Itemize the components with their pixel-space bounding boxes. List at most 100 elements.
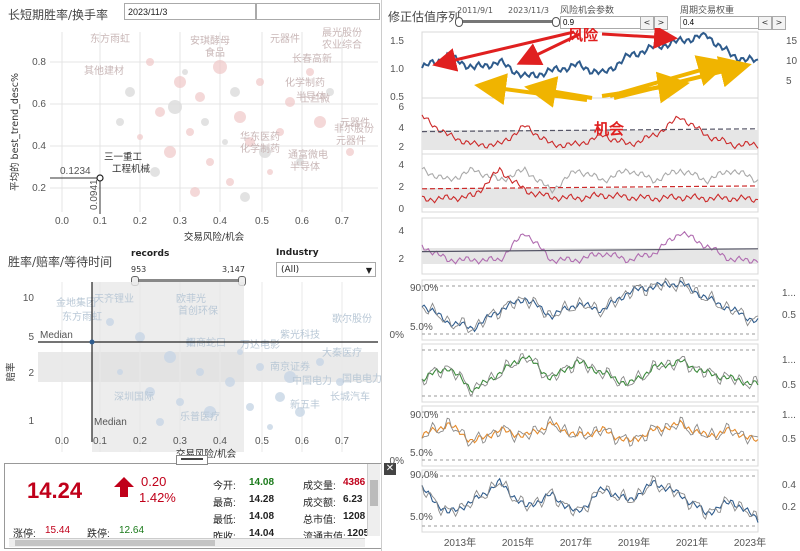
scatter1-bg-label: 化学制药	[285, 76, 325, 89]
scatter2-chart: 金地集团 东方雨虹 天齐锂业 欧菲光 首创环保 招商蛇口 大秦医疗 歌尔股份 中…	[5, 282, 382, 460]
p1-rtick: 10	[786, 56, 798, 67]
prev-value: 14.04	[249, 528, 275, 538]
scatter2-xtick: 0.2	[133, 436, 147, 447]
high-value: 14.28	[249, 494, 275, 505]
scatter1-xtick: 0.6	[295, 216, 309, 227]
scatter2-bg-label: 歌尔股份	[332, 312, 372, 325]
series-line	[421, 280, 759, 333]
risk-param-label: 风险机会参数	[560, 6, 615, 16]
date-range-start: 2011/9/1	[457, 6, 493, 15]
p5-pct-90: 90.0%	[410, 283, 438, 294]
date-range-slider[interactable]	[458, 20, 556, 23]
scatter1-chart: 东方雨虹 其他建材 安琪酵母 食品 元器件 晨光股份 农业综合 长春高新 化学制…	[9, 26, 378, 243]
scatter1-xtick: 0.0	[55, 216, 69, 227]
crosshair-x-value: 0.0941	[89, 179, 100, 210]
point-label-name: 三一重工	[104, 151, 143, 163]
scatter2-xtick: 0.5	[255, 436, 269, 447]
last-price: 14.24	[27, 478, 83, 503]
scatter1-bg-label: 半导体	[290, 160, 320, 173]
scatter1-bg-label: 晨光股份	[322, 26, 362, 39]
scatter2-bg-label: 欧菲光	[176, 292, 206, 305]
scatter1-xtick: 0.7	[335, 216, 349, 227]
date-range-handle-left[interactable]	[455, 17, 463, 27]
scatter1-bg-label: 长春高新	[292, 52, 332, 65]
p3-ytick: 2	[398, 182, 404, 193]
scatter1-bg-label: 食品	[205, 46, 225, 59]
scatter2-bg-label: 东方雨虹	[62, 310, 102, 323]
series-line	[421, 353, 759, 397]
market-cap-label: 总市值:	[303, 515, 336, 526]
blank-input[interactable]	[256, 3, 380, 20]
p7-ytick: 0%	[390, 456, 405, 467]
scatter2-ytick: 2	[28, 368, 34, 379]
scatter1-bg-label: 非尔股份	[334, 122, 374, 135]
industry-label: Industry	[276, 248, 319, 258]
price-change: 0.20	[141, 474, 167, 489]
scatter2-xtick: 0.4	[213, 436, 227, 447]
risk-annotation: 风险	[568, 28, 599, 44]
records-label: records	[131, 249, 170, 259]
scatter1-bg-label: 元器件	[270, 33, 300, 45]
series-line	[421, 477, 759, 523]
scatter1-bg-label: 安琪酵母	[190, 34, 230, 47]
records-max: 3,147	[222, 265, 245, 274]
p3-ytick: 4	[398, 160, 404, 171]
hscrollbar-thumb[interactable]	[15, 540, 215, 546]
p4-ytick: 4	[398, 226, 404, 237]
x-axis-year: 2023年	[734, 536, 766, 549]
p8-rtick: 0.4	[782, 480, 796, 491]
price-change-pct: 1.42%	[139, 490, 176, 505]
scatter1-bg-label: 化学制药	[240, 142, 280, 155]
records-min: 953	[131, 265, 147, 274]
scatter1-bg-label: 通富微电	[288, 148, 328, 161]
scatter2-ytick: 10	[23, 293, 35, 304]
p5-rtick: 1...	[782, 288, 796, 299]
date-input[interactable]	[124, 3, 256, 20]
scatter2-ytick: 5	[28, 332, 34, 343]
x-axis-year: 2019年	[618, 536, 650, 549]
date-range-end: 2023/11/3	[508, 6, 550, 15]
open-value: 14.08	[249, 477, 275, 488]
p2-ytick: 2	[398, 142, 404, 153]
scatter1-xtick: 0.2	[133, 216, 147, 227]
median-x-label: Median	[94, 417, 127, 428]
opportunity-annotation: 机会	[594, 120, 624, 138]
p2-ytick: 6	[398, 102, 404, 113]
p6-rtick: 1...	[782, 355, 796, 366]
scatter2-bg-label: 金地集团	[56, 296, 96, 309]
quote-hscrollbar[interactable]	[9, 538, 365, 547]
float-cap-label: 流通市值:	[303, 532, 346, 538]
prev-label: 昨收:	[213, 532, 236, 538]
limit-up-value: 15.44	[45, 525, 71, 536]
scatter1-bg-label: 元器件	[336, 135, 366, 147]
p5-ytick: 0%	[390, 330, 405, 341]
chevron-down-icon: ▼	[365, 266, 372, 275]
series-line	[421, 354, 759, 394]
scatter2-xtick: 0.6	[295, 436, 309, 447]
x-axis-year: 2021年	[676, 536, 708, 549]
x-axis-year: 2015年	[502, 536, 534, 549]
p1-ytick: 1.0	[390, 64, 404, 75]
float-cap-value: 1205	[347, 528, 370, 538]
p8-rtick: 0.2	[782, 502, 796, 513]
industry-select[interactable]: (All) ▼	[276, 262, 376, 277]
date-range-handle-right[interactable]	[552, 17, 560, 27]
quote-scrollbar[interactable]	[367, 464, 380, 536]
low-label: 最低:	[213, 515, 236, 526]
amount-label: 成交额:	[303, 498, 336, 509]
x-axis-year: 2013年	[444, 536, 476, 549]
scatter2-bg-label: 大秦医疗	[322, 346, 362, 359]
p8-pct-5: 5.0%	[410, 512, 433, 523]
scatter2-bg-label: 南京证券	[270, 360, 310, 373]
p1-rtick: 15	[786, 36, 798, 47]
quote-panel: 14.24 0.20 1.42% 今开: 14.08 最高: 14.28 最低:…	[4, 463, 382, 549]
panel-drag-handle[interactable]	[176, 455, 208, 465]
p3-ytick: 0	[398, 204, 404, 215]
scatter1-xtick: 0.5	[255, 216, 269, 227]
scatter1-title: 长短期胜率/换手率	[8, 8, 109, 22]
timeseries-panels: 1.5 1.0 0.5 6 4 2 4 2 0 4 2 0% 0% 15 10 …	[390, 28, 798, 549]
scatter1-xtick: 0.4	[213, 216, 227, 227]
scrollbar-thumb[interactable]	[370, 480, 378, 506]
series-line	[421, 475, 759, 521]
scatter2-bg-label: 首创环保	[178, 304, 218, 317]
